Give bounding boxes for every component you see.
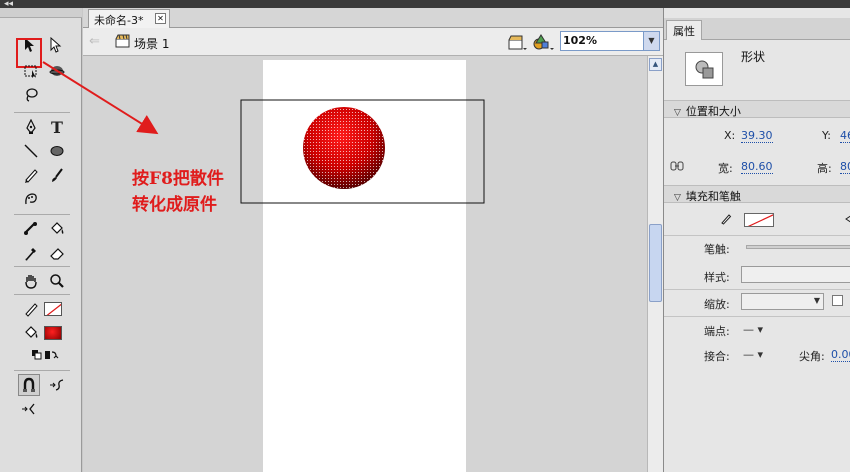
pencil-tool-icon[interactable] (20, 164, 42, 186)
zoom-select[interactable]: 102% ▼ (560, 31, 660, 51)
fill-color-icon[interactable] (844, 213, 850, 228)
edit-symbols-button[interactable] (531, 32, 555, 52)
oval-tool-icon[interactable] (46, 140, 68, 162)
tools-separator (14, 370, 70, 371)
close-icon[interactable]: ✕ (155, 13, 166, 24)
width-label: 宽: (718, 162, 733, 175)
stroke-pencil-icon (720, 213, 732, 228)
edit-scene-button[interactable] (506, 32, 528, 52)
text-tool-icon[interactable]: T (46, 116, 68, 138)
back-arrow-icon[interactable]: ⇐ (89, 34, 100, 49)
stroke-color-icon (20, 298, 42, 320)
eraser-tool-icon[interactable] (46, 242, 68, 264)
row-divider (664, 316, 850, 317)
zoom-value: 102% (563, 34, 597, 47)
properties-panel: 属性 形状 ▽位置和大小 X: 39.30 Y: 46 宽: 80.60 高: … (663, 8, 850, 472)
edit-bar: ⇐ 场景 1 102% ▼ (83, 28, 663, 56)
height-value[interactable]: 80 (840, 160, 850, 174)
tools-separator (14, 266, 70, 267)
stroke-width-label: 笔触: (704, 243, 730, 256)
x-value[interactable]: 39.30 (741, 129, 773, 143)
free-transform-tool-icon[interactable] (20, 60, 42, 82)
shape-type-label: 形状 (741, 50, 766, 64)
hinting-checkbox[interactable] (832, 295, 843, 306)
document-tab[interactable]: 未命名-3* ✕ (88, 9, 170, 28)
link-icon[interactable] (670, 160, 684, 175)
document-tab-bar: 未命名-3* ✕ (83, 8, 663, 28)
chevron-down-icon: ▼ (813, 296, 820, 305)
straighten-icon[interactable] (18, 398, 40, 420)
width-value[interactable]: 80.60 (741, 160, 773, 174)
zoom-tool-icon[interactable] (46, 270, 68, 292)
annotation-line-2: 转化成原件 (132, 195, 217, 215)
fill-color-icon (20, 322, 42, 344)
deco-tool-icon[interactable] (20, 188, 42, 210)
pen-tool-icon[interactable] (20, 116, 42, 138)
scrollbar-thumb[interactable] (649, 224, 662, 302)
paint-bucket-tool-icon[interactable] (46, 218, 68, 240)
height-label: 高: (817, 162, 832, 175)
stroke-color-swatch[interactable] (744, 213, 774, 227)
smooth-icon[interactable] (46, 374, 68, 396)
y-label: Y: (822, 129, 831, 142)
stroke-width-slider[interactable] (746, 245, 850, 249)
fill-stroke-section[interactable]: ▽ 填充和笔触 (664, 185, 850, 203)
annotation-line-1: 按F8把散件 (132, 169, 224, 189)
annotation-text: 按F8把散件 转化成原件 (132, 166, 224, 218)
vertical-scrollbar[interactable]: ▲ (647, 56, 663, 472)
miter-value[interactable]: 0.00 (831, 348, 850, 362)
miter-label: 尖角: (799, 350, 825, 363)
bone-tool-icon[interactable] (20, 218, 42, 240)
style-label: 样式: (704, 271, 730, 284)
scene-label[interactable]: 场景 1 (134, 35, 169, 52)
document-tab-title: 未命名-3* (94, 14, 144, 27)
shape-thumbnail-icon (685, 52, 723, 86)
snap-to-objects-icon[interactable] (18, 374, 40, 396)
stroke-color-swatch[interactable] (44, 302, 62, 316)
brush-tool-icon[interactable] (46, 164, 68, 186)
chevron-down-icon[interactable]: ▼ (643, 32, 659, 50)
scale-select[interactable]: ▼ (741, 293, 824, 310)
row-divider (664, 289, 850, 290)
properties-header: 属性 (664, 18, 850, 40)
pasteboard[interactable] (83, 56, 647, 472)
scale-label: 缩放: (704, 298, 730, 311)
subselection-tool-icon[interactable] (44, 34, 66, 56)
join-select[interactable]: — ▾ (743, 348, 763, 361)
3d-rotation-tool-icon[interactable] (46, 60, 68, 82)
cap-label: 端点: (704, 325, 730, 338)
swap-colors-icon[interactable] (40, 344, 62, 366)
line-tool-icon[interactable] (20, 140, 42, 162)
top-bar: ◂◂ (0, 0, 850, 9)
join-label: 接合: (704, 350, 730, 363)
lasso-tool-icon[interactable] (20, 84, 42, 106)
position-size-section[interactable]: ▽ 位置和大小 (664, 100, 850, 118)
x-label: X: (724, 129, 736, 142)
tab-properties[interactable]: 属性 (666, 20, 702, 40)
fill-stroke-section-title: 填充和笔触 (685, 190, 741, 203)
scene-icon (115, 34, 130, 51)
tools-separator (14, 294, 70, 295)
tools-panel-header[interactable] (0, 8, 82, 18)
scroll-up-icon[interactable]: ▲ (649, 58, 662, 71)
tools-separator (14, 214, 70, 215)
tools-separator (14, 112, 70, 113)
y-value[interactable]: 46 (840, 129, 850, 143)
stage[interactable] (263, 60, 466, 472)
row-divider (664, 235, 850, 236)
collapse-triangle-icon: ▽ (674, 193, 681, 203)
tools-panel: T (0, 8, 82, 472)
fill-color-swatch[interactable] (44, 326, 62, 340)
cap-select[interactable]: — ▾ (743, 323, 763, 336)
hand-tool-icon[interactable] (20, 270, 42, 292)
style-select[interactable] (741, 266, 850, 283)
eyedropper-tool-icon[interactable] (20, 242, 42, 264)
position-size-section-title: 位置和大小 (685, 105, 741, 118)
collapse-triangle-icon: ▽ (674, 108, 681, 118)
